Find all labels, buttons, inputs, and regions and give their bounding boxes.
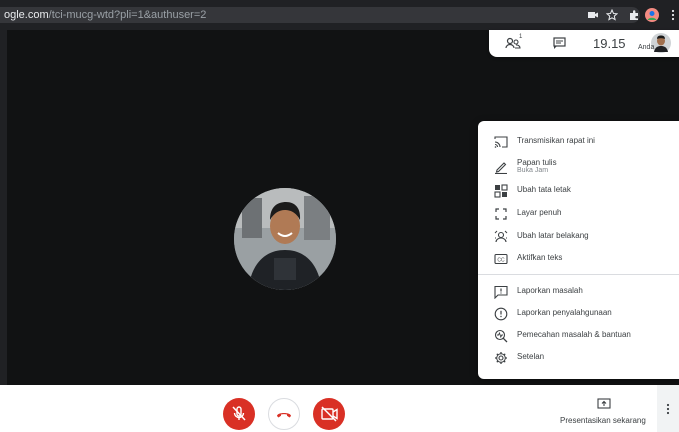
present-now-button[interactable]: Presentasikan sekarang (560, 398, 656, 428)
extensions-icon[interactable] (628, 9, 640, 21)
cast-icon (494, 136, 508, 148)
menu-item-label: Laporkan penyalahgunaan (517, 308, 612, 317)
menu-item-sublabel: Buka Jam (517, 167, 549, 174)
menu-item-report-abuse[interactable]: Laporkan penyalahgunaan (478, 304, 679, 324)
camera-indicator-icon[interactable] (587, 9, 599, 21)
url-path: /tci-mucg-wtd?pli=1&authuser=2 (48, 9, 207, 21)
menu-item-label: Ubah latar belakang (517, 231, 589, 240)
whiteboard-icon (495, 162, 507, 174)
menu-item-label: Aktifkan teks (517, 253, 563, 262)
menu-divider (478, 274, 679, 275)
mic-toggle-button[interactable] (223, 398, 255, 430)
participant-avatar (234, 188, 336, 290)
menu-item-settings[interactable]: Setelan (478, 348, 679, 368)
menu-item-label: Layar penuh (517, 208, 562, 217)
hang-up-icon (277, 413, 291, 418)
fullscreen-icon (495, 208, 507, 220)
leave-call-button[interactable] (268, 398, 300, 430)
profile-avatar-icon[interactable] (645, 8, 659, 22)
meet-window: ogle.com/tci-mucg-wtd?pli=1&authuser=2 1… (0, 0, 679, 432)
browser-menu-icon[interactable] (670, 9, 676, 21)
more-options-button[interactable] (657, 385, 679, 432)
more-options-menu: Transmisikan rapat ini Papan tulis Buka … (478, 121, 679, 379)
menu-item-troubleshooting[interactable]: Pemecahan masalah & bantuan (478, 326, 679, 346)
menu-item-report-problem[interactable]: Laporkan masalah (478, 282, 679, 302)
self-label: Anda (638, 44, 655, 51)
menu-item-label: Laporkan masalah (517, 286, 583, 295)
layout-icon (494, 184, 508, 198)
address-text[interactable]: ogle.com/tci-mucg-wtd?pli=1&authuser=2 (4, 9, 206, 21)
settings-icon (495, 352, 507, 364)
menu-item-change-background[interactable]: Ubah latar belakang (478, 227, 679, 247)
camera-toggle-button[interactable] (313, 398, 345, 430)
mic-off-icon (232, 406, 246, 421)
menu-item-whiteboard[interactable]: Papan tulis Buka Jam (478, 154, 679, 180)
menu-item-label: Pemecahan masalah & bantuan (517, 330, 631, 339)
menu-item-label: Setelan (517, 352, 545, 361)
participant-photo (234, 188, 336, 290)
menu-item-captions[interactable]: CC Aktifkan teks (478, 249, 679, 269)
captions-icon: CC (494, 253, 508, 265)
menu-item-cast[interactable]: Transmisikan rapat ini (478, 132, 679, 152)
svg-text:CC: CC (497, 258, 505, 264)
menu-item-label: Papan tulis (517, 158, 557, 167)
browser-toolbar: ogle.com/tci-mucg-wtd?pli=1&authuser=2 (0, 0, 679, 30)
url-domain: ogle.com (4, 9, 49, 21)
chat-icon[interactable] (553, 37, 566, 49)
troubleshoot-icon (494, 329, 508, 343)
camera-off-icon (321, 406, 338, 422)
participant-count: 1 (519, 34, 523, 40)
background-icon (494, 230, 508, 243)
meeting-info-bar: 1 19.15 Anda (489, 30, 679, 57)
more-vert-icon (666, 403, 670, 415)
meeting-clock: 19.15 (593, 36, 626, 51)
present-screen-icon (597, 398, 611, 409)
menu-item-label: Ubah tata letak (517, 185, 571, 194)
menu-item-label: Transmisikan rapat ini (517, 136, 595, 145)
bookmark-star-icon[interactable] (606, 9, 618, 21)
menu-item-change-layout[interactable]: Ubah tata letak (478, 181, 679, 201)
present-now-label: Presentasikan sekarang (560, 416, 646, 425)
report-problem-icon (494, 285, 508, 299)
report-abuse-icon (494, 307, 508, 321)
menu-item-fullscreen[interactable]: Layar penuh (478, 204, 679, 224)
